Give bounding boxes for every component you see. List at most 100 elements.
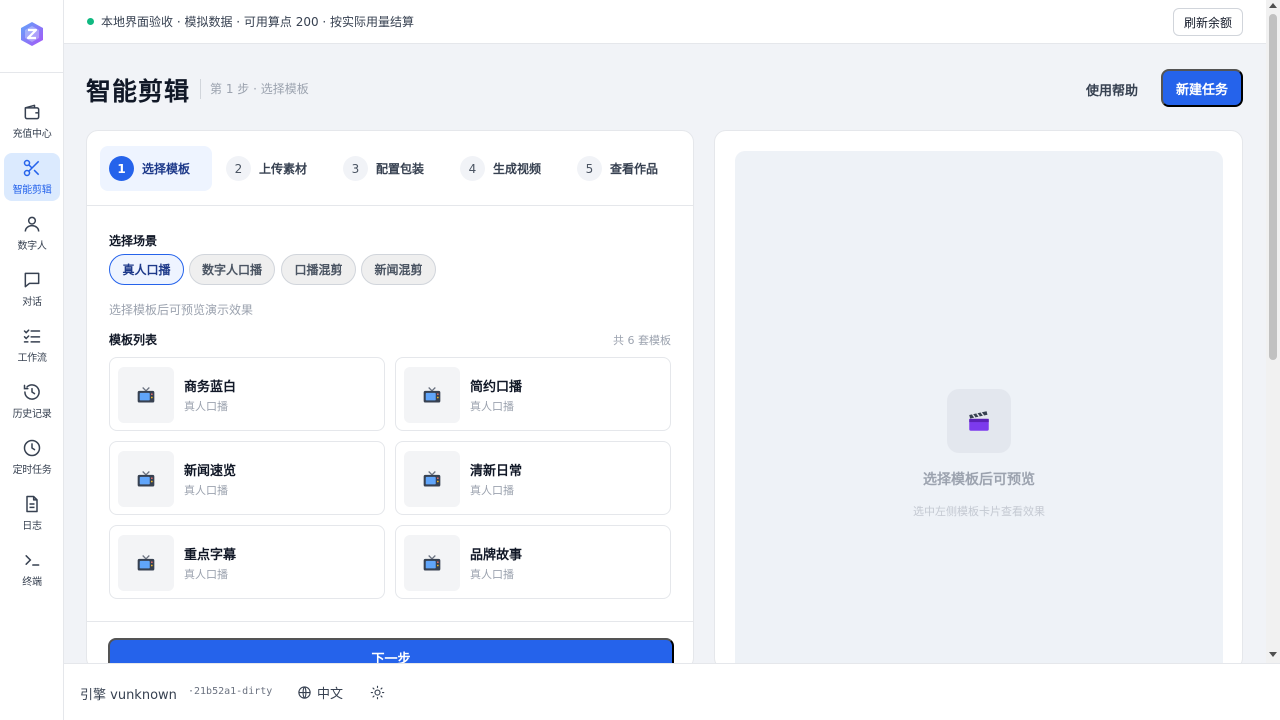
- user-icon: [24, 216, 40, 232]
- sidebar-item-logs[interactable]: 日志: [4, 489, 60, 537]
- template-thumbnail: [404, 535, 460, 591]
- bottom-bar: 引擎 vunknown ·21b52a1-dirty 中文: [64, 663, 1280, 720]
- clapper-icon: [969, 411, 989, 431]
- step-select-template[interactable]: 1 选择模板: [100, 146, 212, 191]
- step-label: 选择模板: [142, 162, 191, 176]
- tv-icon: [137, 387, 155, 403]
- app-logo-icon[interactable]: [19, 21, 45, 47]
- step-label: 配置包装: [376, 162, 425, 176]
- step-configure-packaging[interactable]: 3 配置包装: [334, 146, 446, 191]
- history-icon: [23, 384, 40, 400]
- template-card-fresh-daily[interactable]: 清新日常 真人口播: [395, 441, 671, 515]
- sidebar-item-history[interactable]: 历史记录: [4, 377, 60, 425]
- sidebar-item-label: 充值中心: [12, 129, 52, 140]
- step-label: 查看作品: [610, 162, 659, 176]
- scene-chip-news-mix[interactable]: 新闻混剪: [361, 254, 436, 285]
- sidebar-item-smart-edit[interactable]: 智能剪辑: [4, 153, 60, 201]
- logo-divider: [0, 72, 64, 73]
- sidebar-item-label: 终端: [22, 577, 42, 588]
- title-divider: [200, 79, 201, 99]
- step-generate-video[interactable]: 4 生成视频: [451, 146, 563, 191]
- step-label: 上传素材: [259, 162, 308, 176]
- chat-icon: [24, 272, 40, 288]
- preview-area: 选择模板后可预览 选中左侧模板卡片查看效果: [735, 151, 1223, 669]
- step-number: 1: [109, 156, 134, 181]
- engine-version-label: 引擎 vunknown: [80, 688, 177, 703]
- language-switcher[interactable]: 中文: [297, 683, 343, 702]
- sidebar-item-label: 日志: [22, 521, 42, 532]
- document-icon: [26, 495, 38, 513]
- template-thumbnail: [404, 367, 460, 423]
- template-card-brand-story[interactable]: 品牌故事 真人口播: [395, 525, 671, 599]
- sidebar-item-workflow[interactable]: 工作流: [4, 321, 60, 369]
- sidebar-item-label: 历史记录: [12, 409, 52, 420]
- scissors-icon: [23, 159, 40, 177]
- template-scene: 真人口播: [470, 484, 514, 497]
- page-title: 智能剪辑: [86, 77, 191, 106]
- template-scene: 真人口播: [470, 400, 514, 413]
- sidebar-item-label: 数字人: [17, 241, 47, 252]
- refresh-balance-button[interactable]: 刷新余额: [1172, 8, 1243, 36]
- template-selection-card: 1 选择模板 2 上传素材 3 配置包装 4 生成视频 5 查看作品 选择场景 …: [86, 130, 694, 670]
- template-count: 共 6 套模板: [613, 334, 671, 347]
- tv-icon: [137, 471, 155, 487]
- template-name: 清新日常: [470, 464, 523, 479]
- scene-chip-talk-mix[interactable]: 口播混剪: [281, 254, 356, 285]
- page-scrollbar[interactable]: [1266, 0, 1280, 663]
- sidebar-item-scheduled-tasks[interactable]: 定时任务: [4, 433, 60, 481]
- step-number: 2: [226, 156, 251, 181]
- template-thumbnail: [404, 451, 460, 507]
- sidebar: 充值中心 智能剪辑 数字人 对话 工作流 历史记录 定时任务 日志 终端: [0, 0, 64, 720]
- checklist-icon: [23, 329, 41, 343]
- template-card-key-subtitles[interactable]: 重点字幕 真人口播: [109, 525, 385, 599]
- wallet-icon: [24, 104, 40, 120]
- new-task-button[interactable]: 新建任务: [1161, 69, 1243, 107]
- globe-icon: [298, 686, 311, 699]
- template-card-business-blue[interactable]: 商务蓝白 真人口播: [109, 357, 385, 431]
- scrollbar-thumb[interactable]: [1269, 14, 1277, 360]
- tv-icon: [137, 555, 155, 571]
- template-thumbnail: [118, 451, 174, 507]
- sidebar-item-chat[interactable]: 对话: [4, 265, 60, 313]
- language-label: 中文: [317, 687, 344, 702]
- sidebar-item-label: 对话: [22, 297, 42, 308]
- step-indicator: 1 选择模板 2 上传素材 3 配置包装 4 生成视频 5 查看作品: [87, 131, 693, 206]
- clock-icon: [23, 439, 41, 457]
- template-scene: 真人口播: [470, 568, 514, 581]
- page-subtitle: 第 1 步 · 选择模板: [210, 82, 309, 96]
- template-name: 商务蓝白: [184, 380, 237, 395]
- sun-icon[interactable]: [370, 685, 385, 700]
- tv-icon: [423, 387, 441, 403]
- preview-hint: 选择模板后可预览演示效果: [109, 303, 254, 317]
- template-card-news-brief[interactable]: 新闻速览 真人口播: [109, 441, 385, 515]
- terminal-icon: [25, 555, 40, 566]
- template-name: 简约口播: [470, 380, 523, 395]
- scene-label: 选择场景: [109, 234, 158, 248]
- status-dot-icon: [87, 18, 94, 25]
- template-name: 新闻速览: [184, 464, 237, 479]
- sidebar-item-recharge[interactable]: 充值中心: [4, 97, 60, 145]
- preview-placeholder: [947, 389, 1011, 453]
- step-number: 3: [343, 156, 368, 181]
- card-footer-divider: [87, 621, 693, 622]
- sidebar-item-digital-human[interactable]: 数字人: [4, 209, 60, 257]
- step-view-works[interactable]: 5 查看作品: [568, 146, 680, 191]
- template-scene: 真人口播: [184, 484, 228, 497]
- scroll-up-arrow-icon[interactable]: [1269, 3, 1277, 8]
- step-number: 5: [577, 156, 602, 181]
- top-status-bar: 本地界面验收 · 模拟数据 · 可用算点 200 · 按实际用量结算 刷新余额: [64, 0, 1266, 44]
- status-text: 本地界面验收 · 模拟数据 · 可用算点 200 · 按实际用量结算: [101, 15, 415, 29]
- step-upload-material[interactable]: 2 上传素材: [217, 146, 329, 191]
- sidebar-item-label: 定时任务: [12, 465, 52, 476]
- scene-chip-live-talk[interactable]: 真人口播: [109, 254, 184, 285]
- scene-chip-digital-talk[interactable]: 数字人口播: [189, 254, 275, 285]
- template-thumbnail: [118, 535, 174, 591]
- build-hash: ·21b52a1-dirty: [188, 686, 273, 697]
- step-number: 4: [460, 156, 485, 181]
- template-list-label: 模板列表: [109, 333, 158, 347]
- help-link[interactable]: 使用帮助: [1086, 80, 1138, 99]
- sidebar-item-terminal[interactable]: 终端: [4, 545, 60, 593]
- tv-icon: [423, 555, 441, 571]
- template-card-simple-talk[interactable]: 简约口播 真人口播: [395, 357, 671, 431]
- scroll-down-arrow-icon[interactable]: [1269, 652, 1277, 657]
